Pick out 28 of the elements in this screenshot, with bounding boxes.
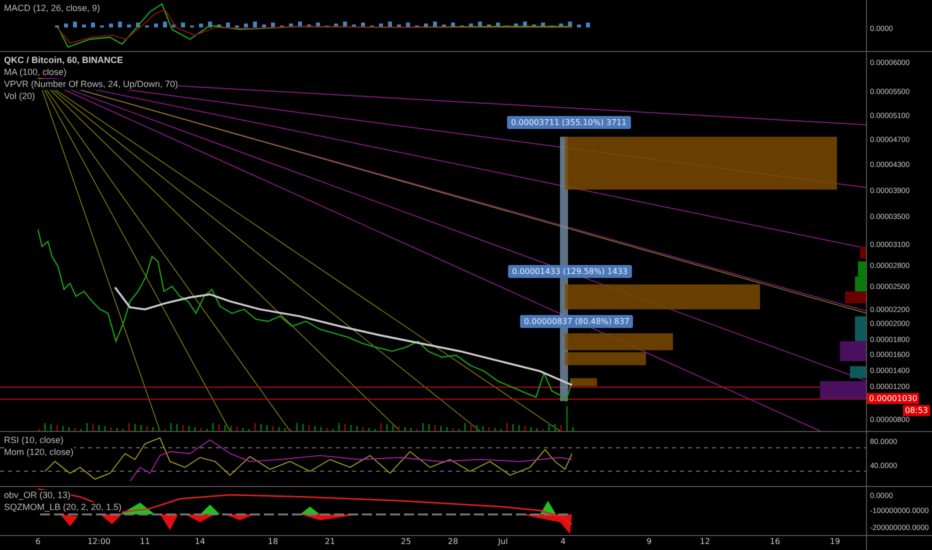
time-axis-label: 19 — [830, 537, 840, 546]
indicator-legend: VPVR (Number Of Rows, 24, Up/Down, 70) — [4, 79, 178, 90]
time-axis-label: 11 — [140, 537, 150, 546]
indicator-legend: QKC / Bitcoin, 60, BINANCE — [4, 55, 124, 66]
last-price-tag: 0.00001030 — [867, 393, 920, 404]
measurement-label: 0.00003711 (355.10%) 3711 — [507, 116, 631, 129]
time-axis-label: 4 — [560, 537, 566, 546]
countdown-tag: 08:53 — [902, 405, 930, 416]
time-axis-label: 28 — [448, 537, 458, 546]
time-axis-label: 6 — [35, 537, 41, 546]
time-axis-label: 25 — [400, 537, 412, 546]
time-axis-label: 12 — [700, 537, 710, 546]
time-axis-label: 12:00 — [87, 537, 111, 546]
indicator-legend: MA (100, close) — [4, 67, 67, 78]
time-axis-label: 16 — [770, 537, 780, 546]
time-axis-label: 18 — [268, 537, 278, 546]
time-axis-label: Jul — [498, 537, 508, 546]
measurement-label: 0.00001433 (129.58%) 1433 — [508, 265, 632, 278]
time-axis-label: 14 — [194, 537, 206, 546]
indicator-legend: SQZMOM_LB (20, 2, 20, 1.5) — [4, 502, 122, 513]
indicator-legend: Vol (20) — [4, 91, 36, 102]
indicator-legend: Mom (120, close) — [4, 447, 74, 458]
indicator-legend: MACD (12, 26, close, 9) — [4, 3, 100, 14]
indicator-legend: RSI (10, close) — [4, 435, 64, 446]
time-axis-label: 21 — [324, 537, 336, 546]
time-axis-label: 9 — [646, 537, 652, 546]
indicator-legend: obv_OR (30, 13) — [4, 490, 71, 501]
measurement-label: 0.00000837 (80.48%) 837 — [520, 315, 634, 328]
